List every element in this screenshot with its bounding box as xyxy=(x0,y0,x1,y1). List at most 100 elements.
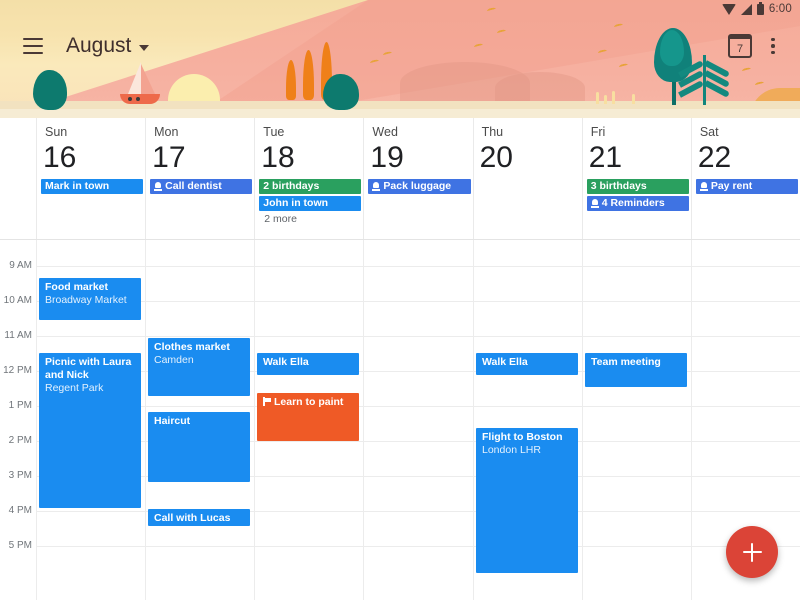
day-grid-line xyxy=(691,240,692,600)
all-day-chip[interactable]: Call dentist xyxy=(150,179,253,194)
status-bar: 6:00 xyxy=(0,0,800,18)
time-gutter: 9 AM 10 AM 11 AM 12 PM 1 PM 2 PM 3 PM 4 PM 5 PM xyxy=(0,240,36,600)
day-number-label: 20 xyxy=(479,141,513,174)
hour-label: 4 PM xyxy=(8,505,32,516)
event-location: Camden xyxy=(154,354,194,366)
bush-icon xyxy=(33,70,67,110)
reminder-icon xyxy=(699,182,708,191)
day-number-label: 18 xyxy=(261,141,295,174)
day-grid-line xyxy=(582,240,583,600)
day-number-label: 19 xyxy=(370,141,404,174)
all-day-chip-label: 3 birthdays xyxy=(590,180,647,192)
signal-icon xyxy=(740,3,752,15)
calendar-event[interactable]: Haircut xyxy=(148,412,250,482)
day-number-label: 16 xyxy=(43,141,77,174)
day-column-header-mon[interactable]: Mon 17 Call dentist xyxy=(145,118,254,239)
hour-label: 2 PM xyxy=(8,435,32,446)
today-date-number: 7 xyxy=(736,43,744,55)
event-title: Clothes market xyxy=(154,341,230,353)
hour-label: 11 AM xyxy=(4,330,32,341)
event-title: Haircut xyxy=(154,415,191,427)
hamburger-menu-icon[interactable] xyxy=(12,25,54,67)
event-title: Flight to Boston xyxy=(482,431,563,443)
calendar-event[interactable]: Picnic with Laura and Nick Regent Park xyxy=(39,353,141,508)
day-column-header-wed[interactable]: Wed 19 Pack luggage xyxy=(363,118,472,239)
hour-label: 3 PM xyxy=(8,470,32,481)
goal-flag-icon xyxy=(263,397,271,406)
calendar-event[interactable]: Walk Ella xyxy=(476,353,578,375)
day-column-header-tue[interactable]: Tue 18 2 birthdays John in town 2 more xyxy=(254,118,363,239)
calendar-event[interactable]: Food market Broadway Market xyxy=(39,278,141,320)
app-toolbar: August 7 xyxy=(0,18,800,74)
hour-grid-line xyxy=(36,336,800,337)
time-grid[interactable]: 9 AM 10 AM 11 AM 12 PM 1 PM 2 PM 3 PM 4 PM 5 PM … xyxy=(0,240,800,600)
all-day-events-fri: 3 birthdays 4 Reminders xyxy=(583,179,691,211)
all-day-events-sun: Mark in town xyxy=(37,179,145,194)
hill-shape xyxy=(495,72,585,104)
month-title-dropdown[interactable]: August xyxy=(66,34,150,58)
calendar-event[interactable]: Learn to paint xyxy=(257,393,359,441)
day-header-gutter xyxy=(0,118,36,239)
all-day-chip[interactable]: John in town xyxy=(259,196,362,211)
day-of-week-label: Sat xyxy=(699,125,719,139)
all-day-chip-label: John in town xyxy=(263,197,329,209)
day-grid-line xyxy=(473,240,474,600)
day-of-week-label: Fri xyxy=(590,125,606,139)
all-day-events-mon: Call dentist xyxy=(146,179,254,194)
all-day-more-link[interactable]: 2 more xyxy=(259,213,361,225)
event-title: Food market xyxy=(45,281,109,293)
calendar-week-view: 6:00 August 7 Sun 16 Mark in town Mon 17… xyxy=(0,0,800,600)
calendar-today-icon[interactable]: 7 xyxy=(728,34,752,58)
hour-label: 10 AM xyxy=(3,295,32,306)
sailboat-window-icon xyxy=(136,97,140,101)
event-location: Regent Park xyxy=(45,382,104,394)
grass-icon xyxy=(604,95,607,104)
all-day-chip[interactable]: Pack luggage xyxy=(368,179,471,194)
more-vert-icon[interactable] xyxy=(758,31,788,61)
all-day-chip-label: 4 Reminders xyxy=(601,197,665,209)
all-day-chip[interactable]: Mark in town xyxy=(41,179,144,194)
day-of-week-label: Tue xyxy=(263,125,285,139)
sailboat-hull-icon xyxy=(120,94,160,104)
all-day-chip[interactable]: Pay rent xyxy=(695,179,798,194)
hour-grid-line xyxy=(36,266,800,267)
day-grid-line xyxy=(36,240,37,600)
hour-label: 5 PM xyxy=(8,540,32,551)
all-day-chip-label: 2 birthdays xyxy=(263,180,320,192)
day-grid-line xyxy=(254,240,255,600)
all-day-chip-label: Mark in town xyxy=(45,180,110,192)
day-column-header-thu[interactable]: Thu 20 xyxy=(472,118,582,239)
day-column-header-fri[interactable]: Fri 21 3 birthdays 4 Reminders xyxy=(581,118,691,239)
create-event-button[interactable]: + xyxy=(726,526,778,578)
event-title: Picnic with Laura and Nick xyxy=(45,356,132,381)
hour-grid-line xyxy=(36,406,800,407)
event-title: Walk Ella xyxy=(263,356,309,368)
page-title: August xyxy=(66,34,132,57)
calendar-event[interactable]: Call with Lucas xyxy=(148,509,250,526)
day-column-header-sun[interactable]: Sun 16 Mark in town xyxy=(36,118,145,239)
event-title: Team meeting xyxy=(591,356,661,368)
day-number-label: 21 xyxy=(588,141,623,174)
calendar-event[interactable]: Team meeting xyxy=(585,353,687,387)
wifi-icon xyxy=(721,3,736,15)
calendar-event[interactable]: Clothes market Camden xyxy=(148,338,250,396)
hour-label: 1 PM xyxy=(8,400,32,411)
reminder-icon xyxy=(154,182,163,191)
bush-icon xyxy=(323,74,359,110)
all-day-events-sat: Pay rent xyxy=(692,179,800,194)
grass-icon xyxy=(612,91,615,104)
hour-grid-line xyxy=(36,301,800,302)
day-grid-line xyxy=(363,240,364,600)
sailboat-window-icon xyxy=(128,97,132,101)
day-header-row: Sun 16 Mark in town Mon 17 Call dentist … xyxy=(0,118,800,240)
event-location: Broadway Market xyxy=(45,294,127,306)
all-day-chip[interactable]: 2 birthdays xyxy=(259,179,362,194)
reminder-icon xyxy=(372,182,381,191)
all-day-chip[interactable]: 4 Reminders xyxy=(586,196,689,211)
calendar-event[interactable]: Flight to Boston London LHR xyxy=(476,428,578,573)
day-column-header-sat[interactable]: Sat 22 Pay rent xyxy=(690,118,800,239)
day-number-label: 17 xyxy=(152,141,186,174)
calendar-event[interactable]: Walk Ella xyxy=(257,353,359,375)
battery-icon xyxy=(756,1,764,15)
all-day-chip[interactable]: 3 birthdays xyxy=(586,179,689,194)
